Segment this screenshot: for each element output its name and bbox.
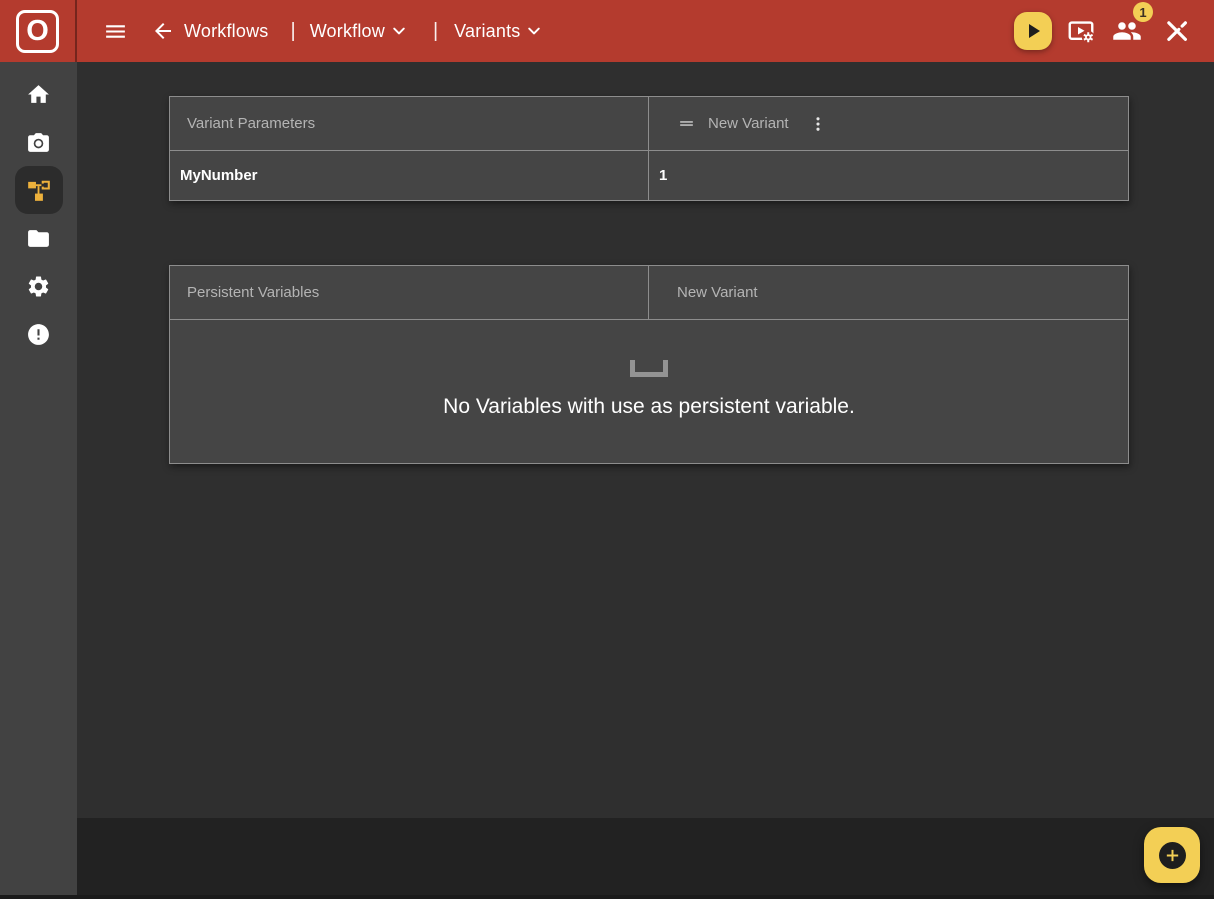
bottom-bar xyxy=(77,818,1214,895)
sidebar-item-screenshots[interactable] xyxy=(15,118,63,166)
parameter-name-cell: MyNumber xyxy=(170,151,649,200)
app-logo[interactable]: O xyxy=(0,0,77,62)
empty-state: No Variables with use as persistent vari… xyxy=(170,320,1128,463)
play-icon xyxy=(1021,19,1045,43)
table-row[interactable]: MyNumber 1 xyxy=(170,151,1128,200)
folder-icon xyxy=(26,226,51,251)
sidebar-item-home[interactable] xyxy=(15,70,63,118)
breadcrumb-workflow-dropdown[interactable]: Workflow xyxy=(310,21,407,42)
drag-handle-icon[interactable] xyxy=(677,114,696,133)
logo-letter: O xyxy=(26,15,49,48)
breadcrumb-separator: | xyxy=(433,20,438,43)
workflow-icon xyxy=(26,177,52,203)
plus-icon xyxy=(1159,842,1186,869)
run-workflow-button[interactable] xyxy=(1014,12,1052,50)
back-arrow-icon[interactable] xyxy=(151,19,175,43)
breadcrumb-variants-label: Variants xyxy=(454,21,520,42)
alert-icon xyxy=(26,322,51,347)
persistent-variables-table: Persistent Variables New Variant No Vari… xyxy=(169,265,1129,464)
top-app-bar: O Workflows | Workflow | Variants xyxy=(0,0,1214,62)
variant-parameters-table: Variant Parameters New Variant MyNumber … xyxy=(169,96,1129,201)
variant-name[interactable]: New Variant xyxy=(708,115,789,132)
persistent-variables-header: Persistent Variables New Variant xyxy=(170,266,1128,320)
notification-badge: 1 xyxy=(1133,2,1153,22)
breadcrumb-variants-dropdown[interactable]: Variants xyxy=(454,21,542,42)
bottom-edge-strip xyxy=(0,895,1214,899)
parameter-value-cell[interactable]: 1 xyxy=(649,151,1128,200)
chevron-down-icon xyxy=(391,23,407,39)
sidebar-item-workflows[interactable] xyxy=(15,166,63,214)
add-fab-button[interactable] xyxy=(1144,827,1200,883)
menu-icon[interactable] xyxy=(103,19,128,44)
collaborators-button[interactable]: 1 xyxy=(1110,14,1144,48)
empty-state-message: No Variables with use as persistent vari… xyxy=(443,395,855,419)
sidebar-item-settings[interactable] xyxy=(15,262,63,310)
camera-icon xyxy=(26,130,51,155)
persistent-variables-title: Persistent Variables xyxy=(170,266,649,319)
breadcrumb-workflows[interactable]: Workflows xyxy=(184,21,268,42)
sidebar xyxy=(0,62,77,895)
variant-column-header-2: New Variant xyxy=(649,266,1128,319)
sidebar-item-files[interactable] xyxy=(15,214,63,262)
breadcrumb-separator: | xyxy=(290,20,295,43)
video-settings-icon xyxy=(1066,16,1096,46)
variant-column-header: New Variant xyxy=(649,97,1128,150)
variant-name: New Variant xyxy=(677,284,758,301)
chevron-down-icon xyxy=(526,23,542,39)
logo-o-icon: O xyxy=(16,10,59,53)
kebab-menu-icon[interactable] xyxy=(807,111,829,137)
variant-parameters-title: Variant Parameters xyxy=(170,97,649,150)
empty-tray-icon xyxy=(630,360,668,377)
breadcrumb-workflow-label: Workflow xyxy=(310,21,385,42)
edit-off-icon[interactable] xyxy=(1160,14,1194,48)
variant-parameters-header: Variant Parameters New Variant xyxy=(170,97,1128,151)
gear-icon xyxy=(26,274,51,299)
video-settings-button[interactable] xyxy=(1064,14,1098,48)
home-icon xyxy=(26,82,51,107)
sidebar-item-alerts[interactable] xyxy=(15,310,63,358)
main-content: Variant Parameters New Variant MyNumber … xyxy=(77,62,1214,895)
